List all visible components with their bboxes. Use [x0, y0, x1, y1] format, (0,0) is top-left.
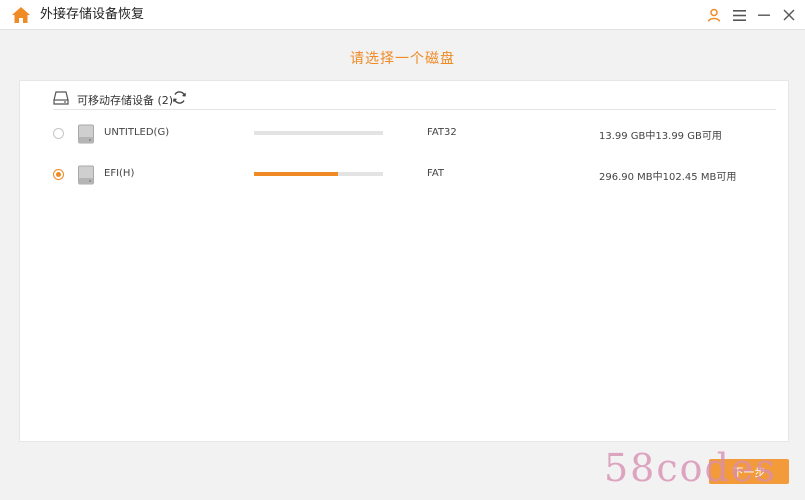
device-name: UNTITLED(G): [104, 127, 170, 138]
refresh-icon[interactable]: [172, 90, 187, 105]
device-name: EFI(H): [104, 168, 135, 179]
section-divider: [53, 109, 776, 110]
minimize-icon[interactable]: [754, 5, 774, 25]
removable-drive-icon: [53, 90, 69, 106]
section-header: 可移动存储设备 (2): [20, 81, 790, 111]
disk-icon: [77, 124, 95, 144]
next-button[interactable]: 下一步: [709, 459, 789, 484]
device-row[interactable]: UNTITLED(G) FAT32 13.99 GB中13.99 GB可用: [20, 119, 790, 149]
disk-icon: [77, 165, 95, 185]
section-label: 可移动存储设备 (2): [77, 94, 174, 107]
device-filesystem: FAT: [427, 168, 445, 179]
usage-bar-fill: [254, 172, 338, 176]
page-subtitle: 请选择一个磁盘: [350, 51, 455, 67]
user-icon[interactable]: [704, 5, 724, 25]
device-row[interactable]: EFI(H) FAT 296.90 MB中102.45 MB可用: [20, 160, 790, 190]
device-filesystem: FAT32: [427, 127, 457, 138]
usage-bar: [254, 131, 383, 135]
close-icon[interactable]: [779, 5, 799, 25]
home-icon[interactable]: [11, 6, 31, 24]
device-capacity: 13.99 GB中13.99 GB可用: [599, 131, 722, 142]
menu-icon[interactable]: [729, 5, 749, 25]
device-radio[interactable]: [53, 169, 64, 180]
app-title: 外接存储设备恢复: [40, 7, 145, 22]
device-panel: 可移动存储设备 (2) UNTITLED(G) FAT32 13.99 GB中1…: [19, 80, 789, 442]
device-radio[interactable]: [53, 128, 64, 139]
device-capacity: 296.90 MB中102.45 MB可用: [599, 172, 737, 183]
usage-bar: [254, 172, 383, 176]
title-bar: 外接存储设备恢复: [0, 0, 805, 30]
